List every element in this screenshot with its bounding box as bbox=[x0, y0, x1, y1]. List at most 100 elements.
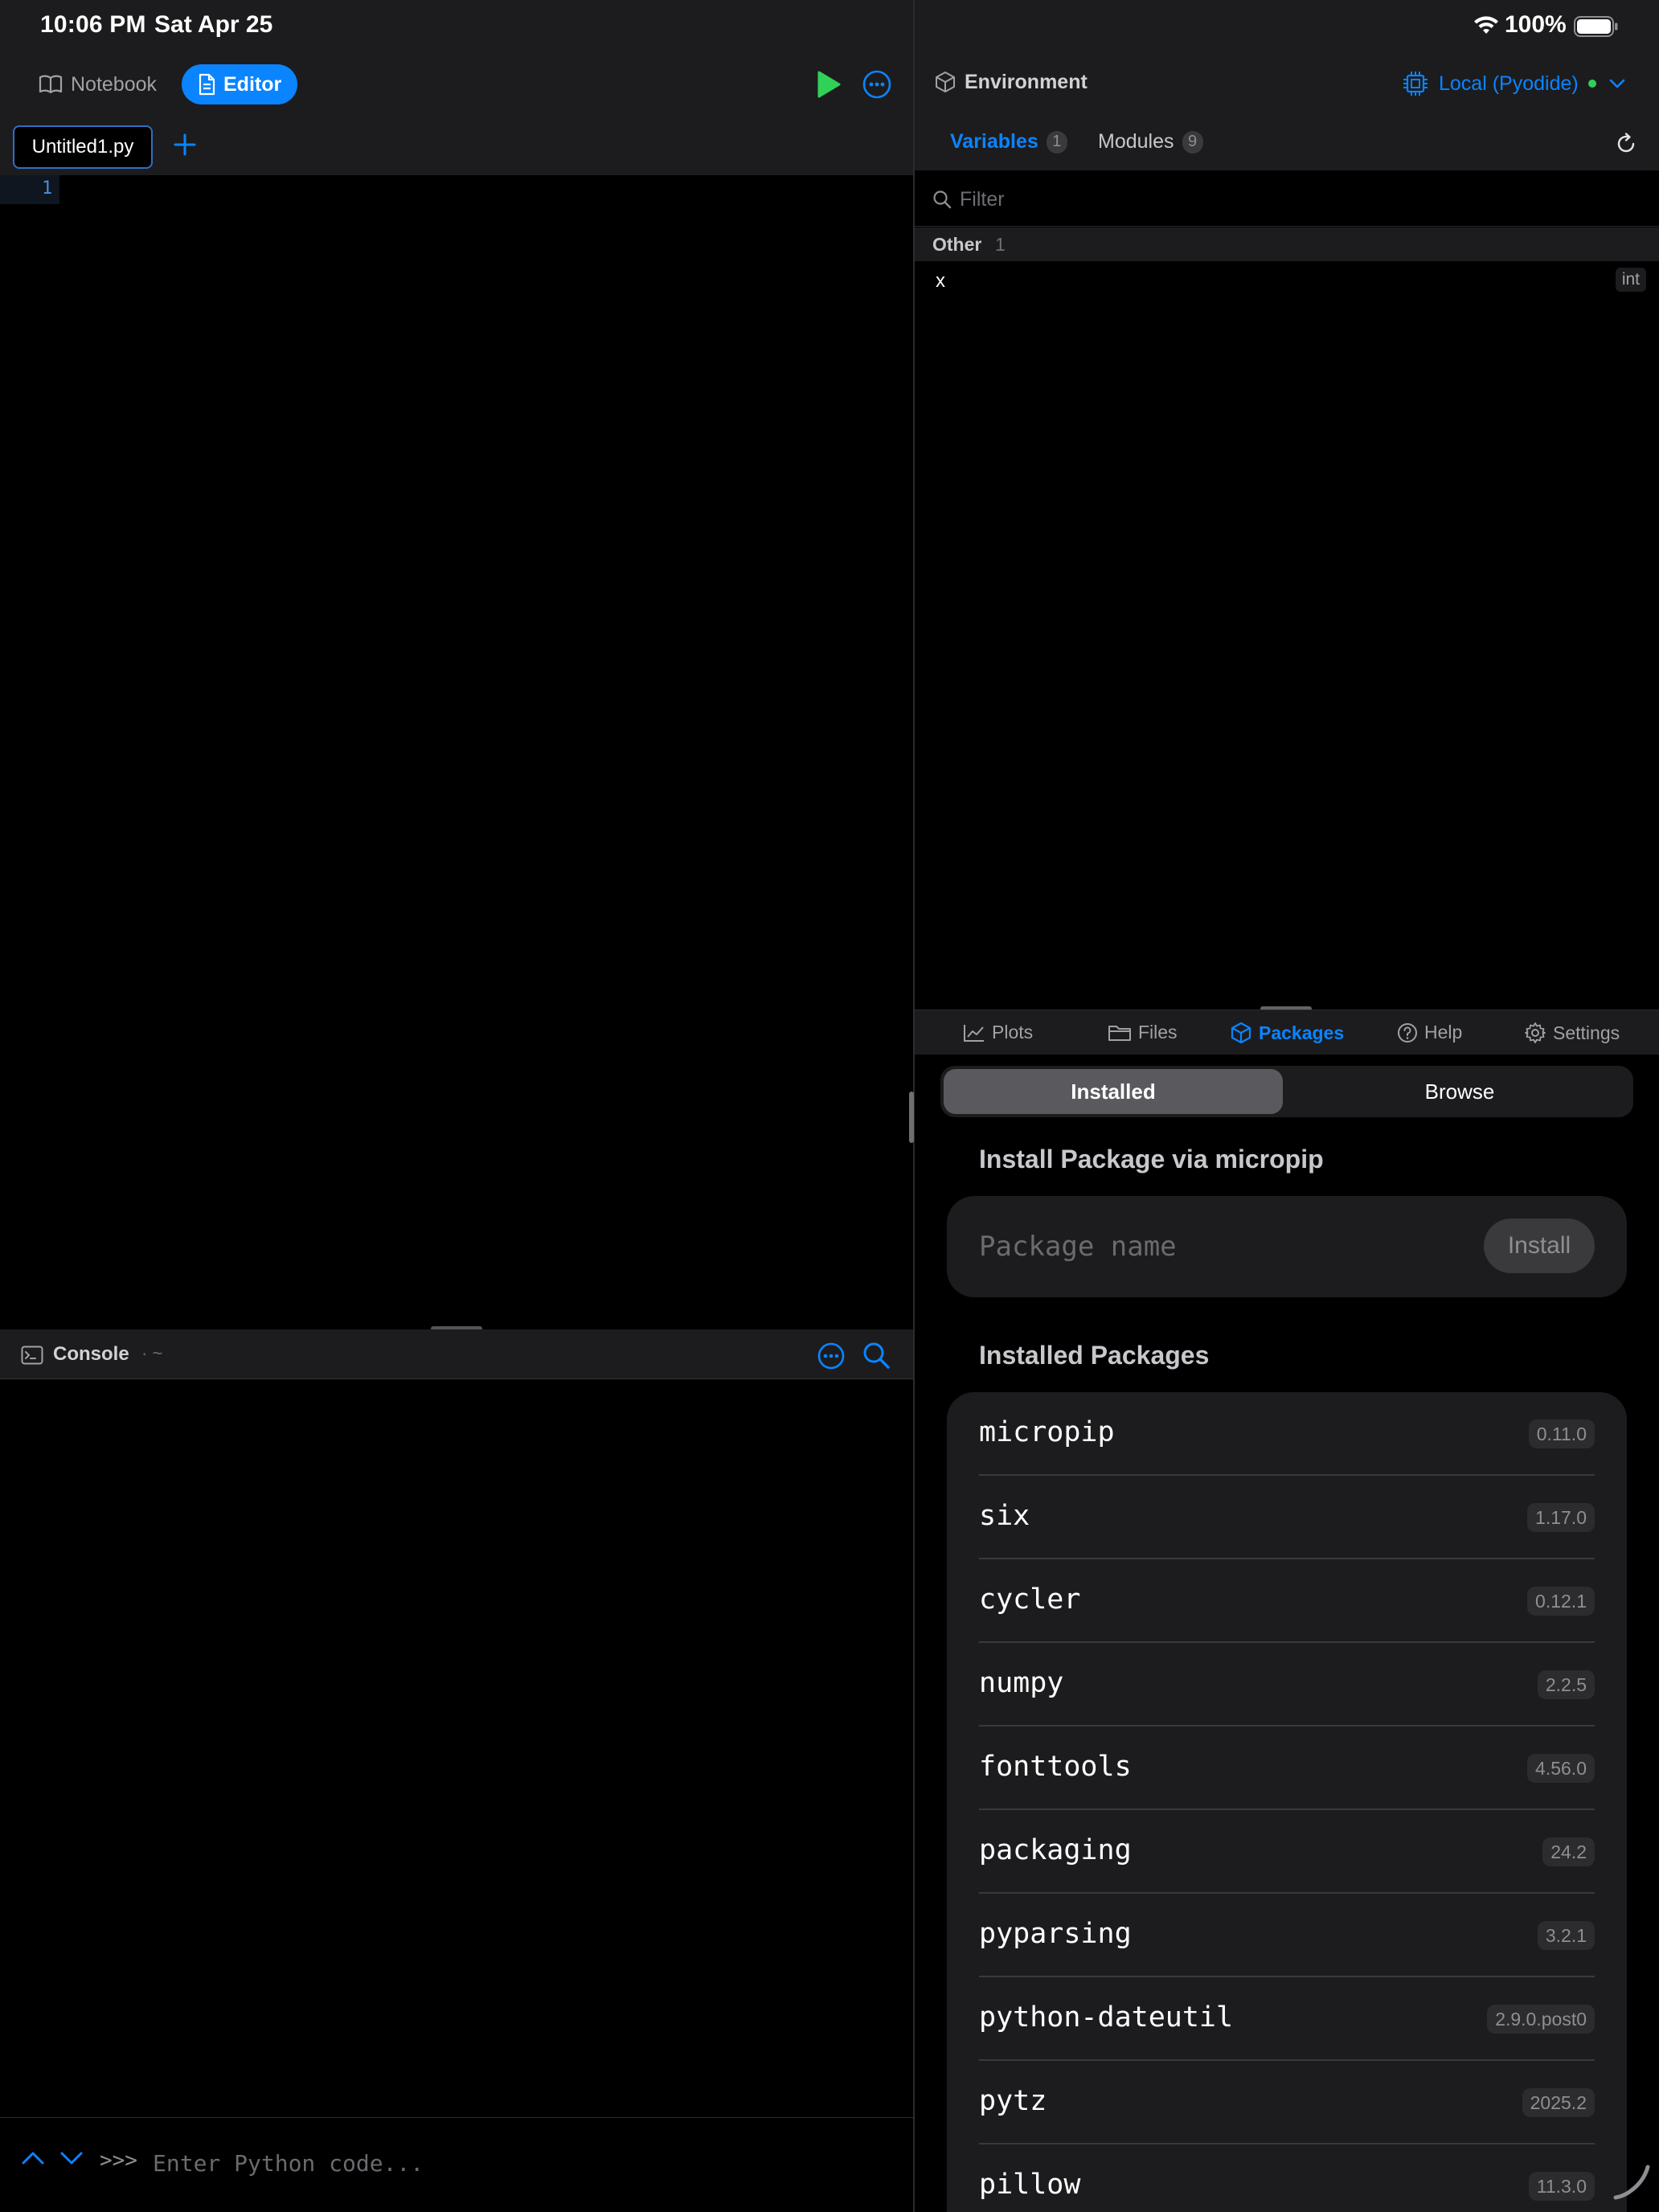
package-row[interactable]: six 1.17.0 bbox=[947, 1476, 1627, 1559]
package-row[interactable]: micropip 0.11.0 bbox=[947, 1392, 1627, 1476]
tab-packages[interactable]: Packages bbox=[1230, 1022, 1344, 1044]
variable-row[interactable]: x int bbox=[915, 261, 1659, 300]
package-name: packaging bbox=[979, 1834, 1132, 1866]
more-options-icon[interactable] bbox=[817, 1342, 846, 1370]
search-icon bbox=[932, 190, 952, 209]
packages-panel: Installed Browse Install Package via mic… bbox=[915, 1055, 1659, 2212]
refresh-icon[interactable] bbox=[1614, 132, 1638, 156]
install-package-box: Install bbox=[947, 1196, 1627, 1297]
cube-icon bbox=[934, 71, 956, 93]
pane-resize-handle[interactable] bbox=[909, 1092, 914, 1143]
notebook-mode-label: Notebook bbox=[71, 72, 158, 96]
variables-count-badge: 1 bbox=[1046, 130, 1067, 154]
package-name: fonttools bbox=[979, 1751, 1132, 1783]
file-tab[interactable]: Untitled1.py bbox=[13, 125, 153, 169]
editor-toolbar: Notebook Editor bbox=[0, 51, 913, 121]
package-row[interactable]: pillow 11.3.0 bbox=[947, 2144, 1627, 2212]
package-row[interactable]: pyparsing 3.2.1 bbox=[947, 1894, 1627, 1977]
installed-packages-list: micropip 0.11.0 six 1.17.0 cycler 0.12.1… bbox=[947, 1392, 1627, 2212]
tab-files-label: Files bbox=[1138, 1022, 1178, 1043]
console-title: Console bbox=[53, 1343, 129, 1365]
search-icon[interactable] bbox=[862, 1341, 891, 1370]
chevron-up-icon[interactable] bbox=[21, 2150, 45, 2166]
modules-count-badge: 9 bbox=[1182, 130, 1203, 154]
variable-group-header[interactable]: Other 1 bbox=[915, 227, 1659, 261]
question-icon bbox=[1397, 1022, 1424, 1043]
line-gutter: 1 bbox=[0, 175, 59, 204]
package-name: pyparsing bbox=[979, 1918, 1132, 1950]
plus-icon[interactable] bbox=[172, 132, 198, 158]
line-number: 1 bbox=[42, 178, 53, 199]
package-version: 2.2.5 bbox=[1537, 1670, 1595, 1699]
filter-bar bbox=[915, 170, 1659, 227]
environment-pane: Environment Local (Pyodide) Variables 1 … bbox=[915, 0, 1659, 2212]
tab-variables[interactable]: Variables 1 bbox=[950, 130, 1067, 154]
package-row[interactable]: cycler 0.12.1 bbox=[947, 1559, 1627, 1643]
tab-packages-label: Packages bbox=[1259, 1022, 1345, 1043]
code-editor[interactable]: 1 bbox=[0, 175, 913, 1329]
package-name: six bbox=[979, 1500, 1030, 1532]
package-name: cycler bbox=[979, 1583, 1081, 1616]
tab-settings[interactable]: Settings bbox=[1524, 1022, 1620, 1044]
document-icon bbox=[198, 73, 223, 96]
install-section-title: Install Package via micropip bbox=[979, 1145, 1324, 1174]
run-icon[interactable] bbox=[815, 70, 842, 99]
package-version: 0.12.1 bbox=[1527, 1587, 1595, 1616]
package-version: 24.2 bbox=[1542, 1837, 1595, 1866]
more-options-icon[interactable] bbox=[862, 69, 892, 100]
package-name: numpy bbox=[979, 1667, 1064, 1699]
install-button[interactable]: Install bbox=[1484, 1219, 1595, 1273]
notebook-mode-button[interactable]: Notebook bbox=[27, 64, 172, 104]
package-row[interactable]: fonttools 4.56.0 bbox=[947, 1727, 1627, 1810]
folder-icon bbox=[1108, 1023, 1138, 1043]
environment-header: Environment Local (Pyodide) bbox=[915, 51, 1659, 116]
chart-icon bbox=[963, 1023, 992, 1043]
bottom-tab-bar: Plots Files Packages Help Settings bbox=[915, 1010, 1659, 1055]
chevron-down-icon[interactable] bbox=[59, 2150, 84, 2166]
package-name: pytz bbox=[979, 2085, 1047, 2117]
kernel-status-dot bbox=[1587, 80, 1596, 88]
kernel-selector[interactable]: Local (Pyodide) bbox=[1402, 68, 1625, 100]
package-name-input[interactable] bbox=[979, 1225, 1461, 1268]
package-name: python-dateutil bbox=[979, 2001, 1234, 2034]
kernel-name: Local (Pyodide) bbox=[1439, 72, 1579, 95]
tab-help[interactable]: Help bbox=[1397, 1022, 1462, 1043]
package-row[interactable]: pytz 2025.2 bbox=[947, 2061, 1627, 2144]
segment-installed[interactable]: Installed bbox=[944, 1069, 1283, 1114]
variables-list bbox=[915, 300, 1659, 1007]
editor-mode-button[interactable]: Editor bbox=[182, 64, 297, 104]
environment-title: Environment bbox=[965, 71, 1088, 93]
package-row[interactable]: packaging 24.2 bbox=[947, 1810, 1627, 1894]
tab-help-label: Help bbox=[1424, 1022, 1463, 1043]
tab-modules[interactable]: Modules 9 bbox=[1098, 130, 1203, 154]
tab-settings-label: Settings bbox=[1553, 1022, 1620, 1043]
package-icon bbox=[1230, 1022, 1259, 1044]
tab-files[interactable]: Files bbox=[1108, 1022, 1178, 1043]
filter-input[interactable] bbox=[960, 183, 1619, 215]
variable-name: x bbox=[936, 270, 945, 292]
package-version: 1.17.0 bbox=[1527, 1503, 1595, 1532]
segment-browse[interactable]: Browse bbox=[1289, 1069, 1630, 1114]
package-name: micropip bbox=[979, 1416, 1115, 1448]
installed-section-title: Installed Packages bbox=[979, 1341, 1210, 1370]
package-version: 3.2.1 bbox=[1537, 1921, 1595, 1950]
console-output[interactable] bbox=[0, 1379, 913, 2117]
package-name: pillow bbox=[979, 2169, 1081, 2201]
package-version: 4.56.0 bbox=[1527, 1754, 1595, 1783]
package-row[interactable]: python-dateutil 2.9.0.post0 bbox=[947, 1977, 1627, 2061]
tab-plots[interactable]: Plots bbox=[963, 1022, 1033, 1043]
console-input-bar: >>> bbox=[0, 2117, 913, 2212]
package-row[interactable]: numpy 2.2.5 bbox=[947, 1643, 1627, 1727]
editor-mode-label: Editor bbox=[223, 72, 282, 96]
cpu-icon bbox=[1402, 70, 1429, 97]
package-version: 2025.2 bbox=[1522, 2088, 1595, 2117]
packages-segmented-control: Installed Browse bbox=[940, 1066, 1633, 1117]
group-name: Other bbox=[932, 234, 982, 255]
chevron-down-icon bbox=[1609, 78, 1625, 89]
console-prompt: >>> bbox=[100, 2149, 137, 2173]
console-header: Console · ~ bbox=[0, 1329, 913, 1379]
console-input[interactable] bbox=[153, 2142, 876, 2184]
resize-corner-icon[interactable] bbox=[1611, 2161, 1653, 2202]
console-path: · ~ bbox=[141, 1343, 163, 1363]
package-version: 0.11.0 bbox=[1528, 1419, 1595, 1448]
